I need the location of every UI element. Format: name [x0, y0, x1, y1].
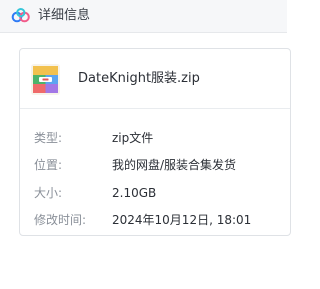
detail-label: 类型: [34, 131, 63, 145]
detail-row-type: 类型: zip文件 [20, 129, 290, 149]
cloud-logo-icon [11, 8, 30, 23]
detail-value: 2024年10月12日, 18:01 [112, 213, 252, 227]
detail-row-modified: 修改时间: 2024年10月12日, 18:01 [20, 211, 290, 231]
panel-title: 详细信息 [38, 8, 91, 23]
detail-label: 大小: [34, 186, 63, 200]
panel-header: 详细信息 [0, 0, 287, 33]
detail-label: 修改时间: [34, 213, 87, 227]
file-info-card: DateKnight服装.zip 类型: zip文件 位置: 我的网盘/服装合集… [19, 48, 291, 236]
file-name: DateKnight服装.zip [78, 71, 200, 86]
file-summary: DateKnight服装.zip [20, 49, 290, 109]
detail-row-size: 大小: 2.10GB [20, 184, 290, 204]
detail-value: 2.10GB [112, 186, 157, 200]
detail-value: 我的网盘/服装合集发货 [112, 158, 237, 172]
zip-archive-icon [31, 64, 60, 95]
detail-row-location: 位置: 我的网盘/服装合集发货 [20, 156, 290, 176]
file-details-panel: 详细信息 DateKnight服装.zip 类型: zip文件 位置: 我的网盘 [0, 0, 291, 289]
detail-label: 位置: [34, 158, 63, 172]
detail-value: zip文件 [112, 131, 154, 145]
